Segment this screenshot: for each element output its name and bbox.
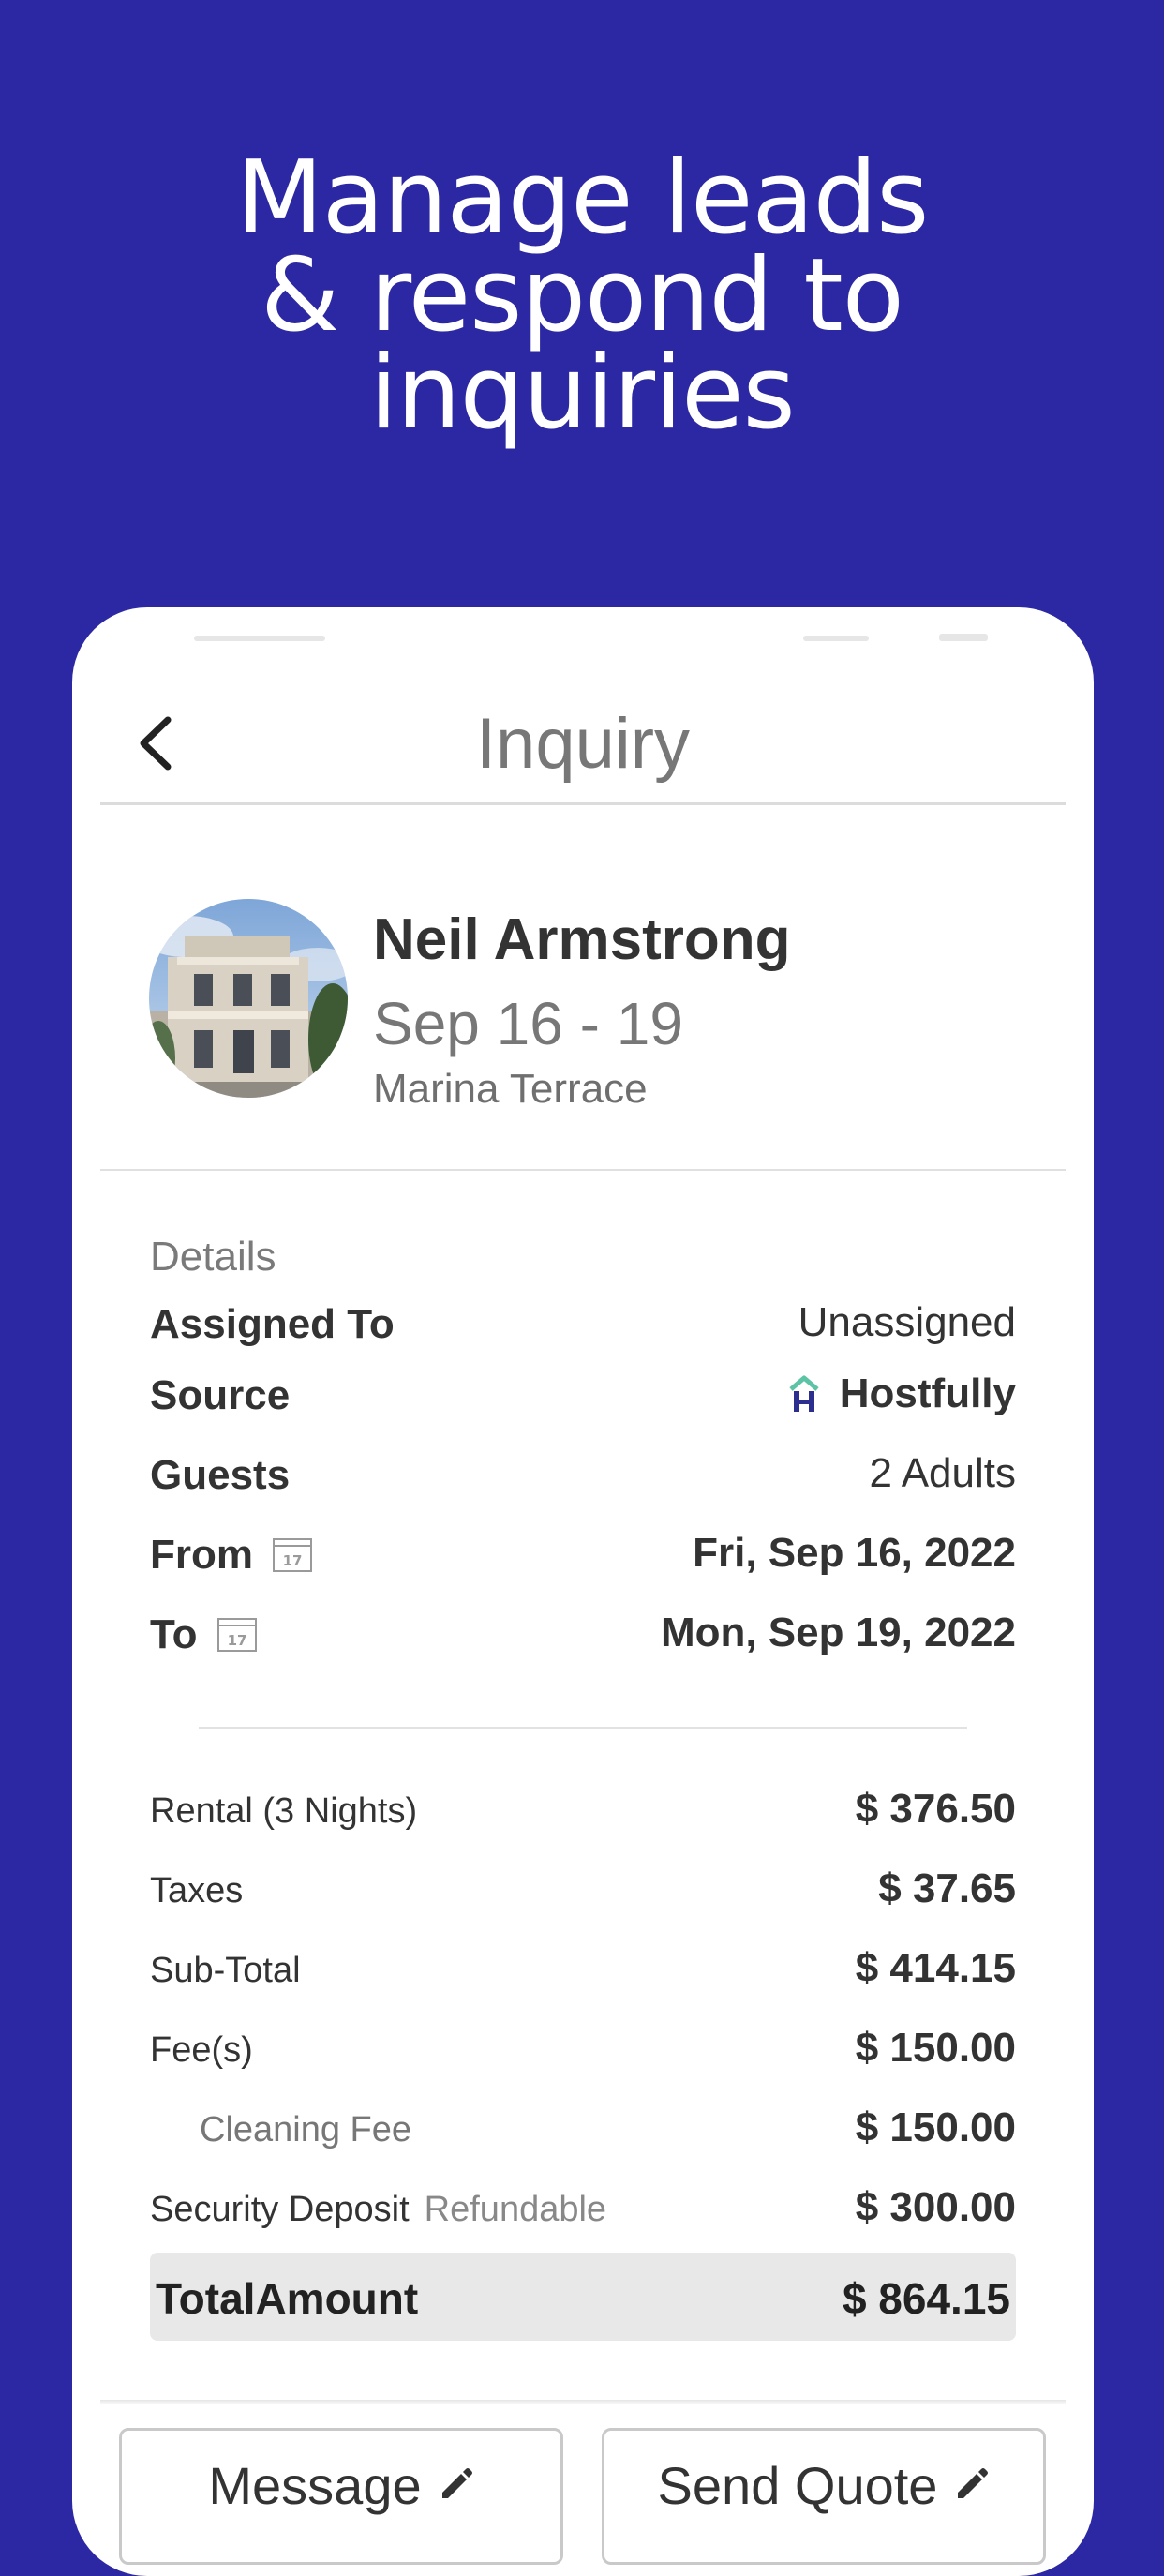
headline-line-1: Manage leads (235, 140, 930, 257)
pencil-icon (441, 2468, 472, 2499)
message-button[interactable]: Message (119, 2428, 563, 2565)
subtotal-label: Sub-Total (150, 1951, 301, 1990)
subtotal-row: Sub-Total $ 414.15 (150, 1934, 1016, 2014)
property-name: Marina Terrace (373, 1066, 648, 1112)
source-row: Source Hostfully (150, 1361, 1016, 1441)
source-value: Hostfully (839, 1370, 1016, 1416)
pencil-icon (958, 2468, 989, 2499)
footer-divider (100, 2400, 1066, 2404)
total-label: TotalAmount (156, 2274, 419, 2323)
subtotal-value: $ 414.15 (855, 1945, 1016, 1991)
rental-row: Rental (3 Nights) $ 376.50 (150, 1775, 1016, 1854)
assigned-to-row[interactable]: Assigned To Unassigned (150, 1290, 1016, 1361)
calendar-icon: 17 (216, 1618, 257, 1653)
taxes-value: $ 37.65 (878, 1865, 1016, 1911)
total-value: $ 864.15 (842, 2274, 1010, 2323)
guest-name: Neil Armstrong (373, 907, 791, 972)
cleaning-fee-label: Cleaning Fee (200, 2110, 412, 2149)
from-value: Fri, Sep 16, 2022 (693, 1530, 1016, 1576)
security-deposit-value: $ 300.00 (855, 2184, 1016, 2230)
cleaning-fee-value: $ 150.00 (855, 2104, 1016, 2150)
phone-screen: Inquiry Neil Armstrong Sep 16 - 19 Marin… (72, 607, 1094, 2576)
property-avatar (149, 899, 348, 1098)
assigned-to-value: Unassigned (798, 1299, 1016, 1345)
section-divider (199, 1727, 967, 1729)
calendar-icon: 17 (273, 1538, 312, 1573)
rental-label: Rental (3 Nights) (150, 1791, 418, 1831)
fees-label: Fee(s) (150, 2030, 253, 2070)
source-label: Source (150, 1372, 291, 1418)
app-header: Inquiry (100, 682, 1066, 805)
message-button-label: Message (208, 2456, 422, 2515)
refundable-note: Refundable (424, 2190, 607, 2229)
guest-dates: Sep 16 - 19 (373, 990, 683, 1057)
source-value-wrap: Hostfully (785, 1370, 1016, 1417)
fees-row: Fee(s) $ 150.00 (150, 2014, 1016, 2093)
to-value: Mon, Sep 19, 2022 (660, 1610, 1016, 1655)
svg-text:17: 17 (227, 1632, 246, 1649)
fees-value: $ 150.00 (855, 2025, 1016, 2071)
guests-row[interactable]: Guests 2 Adults (150, 1441, 1016, 1520)
message-button-content: Message (122, 2455, 560, 2516)
page-title: Inquiry (475, 704, 691, 784)
send-quote-button-content: Send Quote (604, 2455, 1043, 2516)
hostfully-logo-icon (789, 1375, 819, 1412)
pricing-section: Rental (3 Nights) $ 376.50 Taxes $ 37.65… (150, 1775, 1016, 2341)
details-heading: Details (150, 1234, 276, 1280)
marketing-headline: Manage leads & respond to inquiries (0, 140, 1164, 452)
svg-text:17: 17 (283, 1552, 303, 1569)
security-deposit-label-wrap: Security Deposit Refundable (150, 2190, 606, 2230)
guests-value: 2 Adults (869, 1450, 1016, 1496)
from-row[interactable]: From 17 Fri, Sep 16, 2022 (150, 1520, 1016, 1600)
send-quote-button[interactable]: Send Quote (602, 2428, 1046, 2565)
to-label-wrap: To 17 (150, 1611, 258, 1658)
guests-label: Guests (150, 1452, 291, 1498)
rental-value: $ 376.50 (855, 1786, 1016, 1832)
to-label: To (150, 1611, 198, 1657)
security-deposit-label: Security Deposit (150, 2190, 410, 2229)
details-section: Details Assigned To Unassigned Source Ho… (150, 1234, 1016, 1680)
send-quote-button-label: Send Quote (657, 2456, 938, 2515)
from-label: From (150, 1532, 253, 1578)
security-deposit-row: Security Deposit Refundable $ 300.00 (150, 2173, 1016, 2253)
to-row[interactable]: To 17 Mon, Sep 19, 2022 (150, 1600, 1016, 1680)
taxes-row: Taxes $ 37.65 (150, 1854, 1016, 1934)
from-label-wrap: From 17 (150, 1532, 313, 1579)
guest-summary: Neil Armstrong Sep 16 - 19 Marina Terrac… (100, 805, 1066, 1171)
headline-line-2: & respond to (261, 237, 904, 354)
headline-line-3: inquiries (369, 335, 796, 452)
total-row: TotalAmount $ 864.15 (150, 2253, 1016, 2341)
assigned-to-label: Assigned To (150, 1301, 395, 1347)
taxes-label: Taxes (150, 1871, 244, 1910)
cleaning-fee-row: Cleaning Fee $ 150.00 (150, 2093, 1016, 2173)
status-bar (72, 634, 1094, 647)
